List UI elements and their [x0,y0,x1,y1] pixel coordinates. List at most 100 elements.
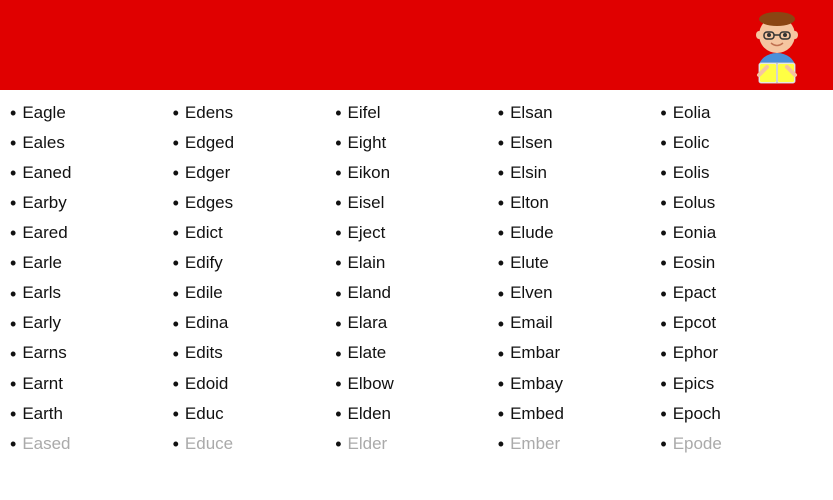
word-text: Eifel [348,101,381,126]
bullet-icon: • [10,220,16,246]
list-item: •Elsan [498,98,661,128]
list-item: •Earth [10,399,173,429]
list-item: •Eifel [335,98,498,128]
word-text: Embar [510,341,560,366]
list-item: •Elate [335,339,498,369]
word-text: Epics [673,372,715,397]
bullet-icon: • [498,190,504,216]
bullet-icon: • [10,341,16,367]
list-item: •Early [10,309,173,339]
word-text: Eased [22,432,70,457]
list-item: •Earle [10,248,173,278]
column-3: •Elsan•Elsen•Elsin•Elton•Elude•Elute•Elv… [498,98,661,500]
list-item: •Eased [10,429,173,459]
bullet-icon: • [173,220,179,246]
word-text: Edger [185,161,230,186]
bullet-icon: • [10,130,16,156]
bullet-icon: • [498,401,504,427]
word-text: Elute [510,251,549,276]
list-item: •Ephor [660,339,823,369]
word-text: Eared [22,221,67,246]
word-text: Elude [510,221,553,246]
word-text: Earle [22,251,62,276]
column-4: •Eolia•Eolic•Eolis•Eolus•Eonia•Eosin•Epa… [660,98,823,500]
list-item: • Elder [335,429,498,459]
bullet-icon: • [660,431,666,457]
word-text: Early [22,311,61,336]
list-item: •Eagle [10,98,173,128]
bullet-icon: • [335,311,341,337]
column-2: •Eifel•Eight•Eikon•Eisel•Eject•Elain•Ela… [335,98,498,500]
word-text: Elara [348,311,388,336]
bullet-icon: • [10,160,16,186]
bullet-icon: • [660,160,666,186]
bullet-icon: • [173,100,179,126]
list-item: •Eolus [660,188,823,218]
word-text: Email [510,311,553,336]
list-item: •Embar [498,339,661,369]
bullet-icon: • [173,431,179,457]
word-text: Elder [348,432,388,457]
list-item: •Epact [660,279,823,309]
column-0: •Eagle•Eales•Eaned•Earby•Eared•Earle•Ear… [10,98,173,500]
bullet-icon: • [498,250,504,276]
word-text: Eisel [348,191,385,216]
word-text: Embed [510,402,564,427]
bullet-icon: • [173,160,179,186]
content-area: •Eagle•Eales•Eaned•Earby•Eared•Earle•Ear… [0,90,833,500]
word-text: Earns [22,341,66,366]
word-text: Educe [185,432,233,457]
list-item: •Eolic [660,128,823,158]
list-item: •Edict [173,218,336,248]
list-item: •Elude [498,218,661,248]
word-text: Eikon [348,161,391,186]
list-item: •Edens [173,98,336,128]
list-item: •Eared [10,218,173,248]
word-text: Eject [348,221,386,246]
list-item: •Elbow [335,369,498,399]
bullet-icon: • [173,311,179,337]
bullet-icon: • [660,311,666,337]
bullet-icon: • [10,250,16,276]
bullet-icon: • [335,250,341,276]
bullet-icon: • [335,341,341,367]
word-text: Edina [185,311,228,336]
list-item: •Edina [173,309,336,339]
bullet-icon: • [173,281,179,307]
list-item: •Elsin [498,158,661,188]
word-text: Edens [185,101,233,126]
bullet-icon: • [660,100,666,126]
list-item: •Elsen [498,128,661,158]
bullet-icon: • [10,100,16,126]
list-item: •Eales [10,128,173,158]
word-text: Edify [185,251,223,276]
list-item: •Edify [173,248,336,278]
list-item: •Elven [498,279,661,309]
word-text: Elbow [348,372,394,397]
list-item: •Earnt [10,369,173,399]
list-item: •Edged [173,128,336,158]
bullet-icon: • [10,371,16,397]
list-item: •Eisel [335,188,498,218]
list-item: • Elara [335,309,498,339]
list-item: •Edits [173,339,336,369]
bullet-icon: • [660,281,666,307]
bullet-icon: • [10,401,16,427]
bullet-icon: • [498,281,504,307]
bullet-icon: • [335,431,341,457]
bullet-icon: • [660,401,666,427]
word-text: Epoch [673,402,721,427]
word-text: Elden [348,402,391,427]
header [0,0,833,90]
list-item: •Edile [173,279,336,309]
word-text: Elain [348,251,386,276]
word-text: Epode [673,432,722,457]
word-text: Eagle [22,101,65,126]
list-item: •Eight [335,128,498,158]
list-item: • Elain [335,248,498,278]
bullet-icon: • [173,371,179,397]
word-text: Eales [22,131,65,156]
list-item: •Ember [498,429,661,459]
bullet-icon: • [498,311,504,337]
bullet-icon: • [660,130,666,156]
